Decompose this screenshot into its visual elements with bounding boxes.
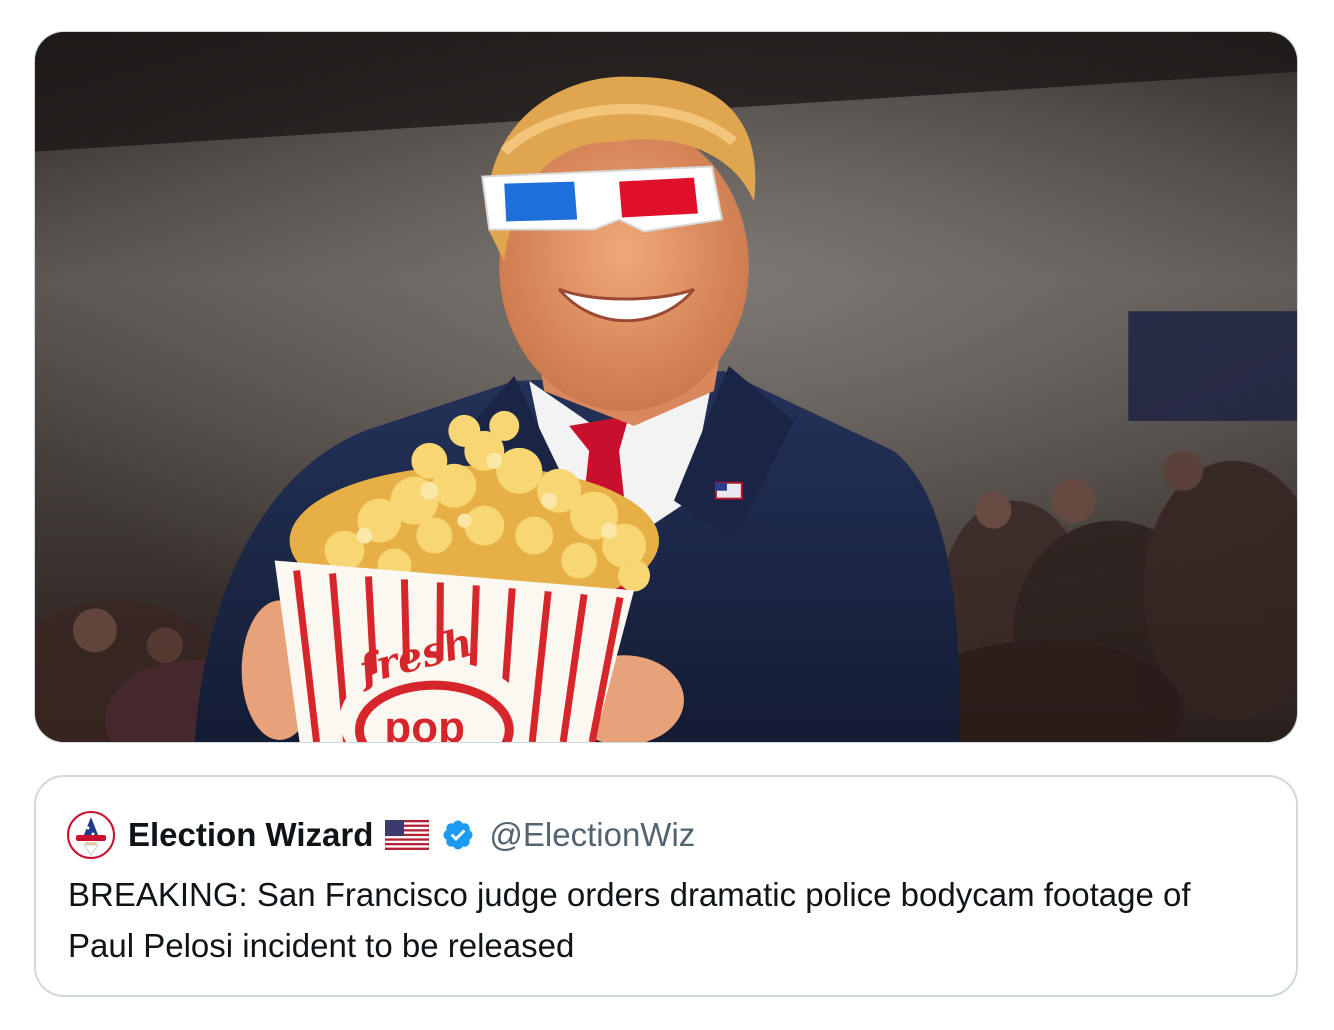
quoted-tweet-text: BREAKING: San Francisco judge orders dra… xyxy=(68,876,1191,964)
tweet-media-image[interactable]: fresh pop xyxy=(34,31,1298,743)
us-flag-icon xyxy=(385,820,430,850)
quoted-tweet-display-name[interactable]: Election Wizard xyxy=(128,816,373,854)
wizard-avatar-icon[interactable] xyxy=(66,810,116,860)
quoted-tweet-card[interactable]: Election Wizard @ElectionWiz BREAKING: S… xyxy=(34,775,1298,997)
quoted-tweet-handle[interactable]: @ElectionWiz xyxy=(489,816,695,854)
quoted-tweet-author-row: Election Wizard @ElectionWiz xyxy=(66,809,695,861)
verified-badge-icon[interactable] xyxy=(441,818,475,852)
popcorn-box-pop-text: pop xyxy=(384,703,464,742)
media-illustration: fresh pop xyxy=(35,32,1297,742)
